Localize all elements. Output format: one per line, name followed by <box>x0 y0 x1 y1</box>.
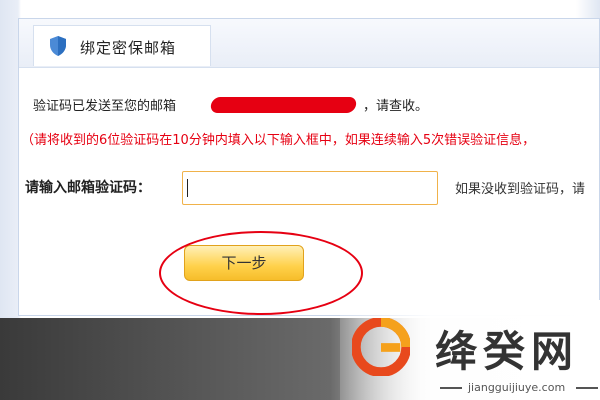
url-dash-left <box>440 387 462 389</box>
header-tab: 绑定密保邮箱 <box>33 25 211 66</box>
sent-message: 验证码已发送至您的邮箱 <box>33 99 177 114</box>
sent-message-suffix: ，请查收。 <box>363 99 429 114</box>
page: 绑定密保邮箱 验证码已发送至您的邮箱 ，请查收。 （请将收到的6位验证码在10分… <box>0 0 600 400</box>
url-dash-right <box>576 387 598 389</box>
resend-hint[interactable]: 如果没收到验证码，请 <box>455 178 585 197</box>
warning-text: （请将收到的6位验证码在10分钟内填入以下输入框中，如果连续输入5次错误验证信息… <box>21 133 536 148</box>
panel-header: 绑定密保邮箱 <box>19 19 599 68</box>
dialog-panel: 绑定密保邮箱 验证码已发送至您的邮箱 ，请查收。 （请将收到的6位验证码在10分… <box>18 18 600 316</box>
shield-icon <box>50 36 66 56</box>
watermark-name: 绛癸网 <box>435 327 580 376</box>
code-label: 请输入邮箱验证码： <box>25 180 151 196</box>
email-redaction <box>209 97 358 113</box>
watermark-url: jiangguijiuye.com <box>468 381 566 394</box>
next-step-button[interactable]: 下一步 <box>184 245 304 281</box>
text-caret <box>187 179 188 197</box>
email-code-input[interactable] <box>182 171 438 205</box>
page-title: 绑定密保邮箱 <box>80 39 177 57</box>
logo-g-icon <box>352 318 410 376</box>
